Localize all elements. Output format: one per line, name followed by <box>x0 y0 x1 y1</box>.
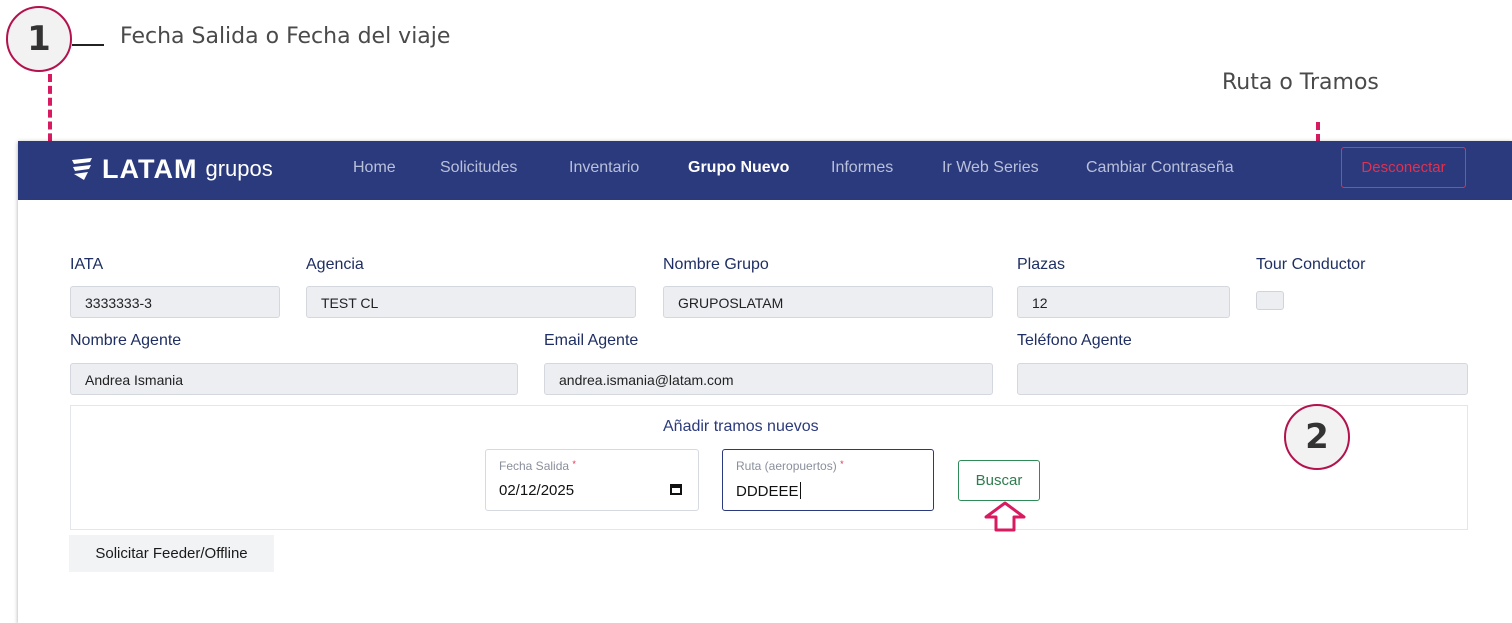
plazas-field[interactable]: 12 <box>1017 286 1230 318</box>
tour-conductor-checkbox[interactable] <box>1256 291 1284 310</box>
nav-grupo-nuevo[interactable]: Grupo Nuevo <box>688 159 789 177</box>
required-mark: * <box>840 459 844 469</box>
ruta-value: DDDEEE <box>736 482 801 500</box>
email-agente-field[interactable]: andrea.ismania@latam.com <box>544 363 993 395</box>
text-caret <box>799 482 801 499</box>
telefono-agente-field[interactable] <box>1017 363 1468 395</box>
step-1-number: 1 <box>27 19 51 59</box>
tour-conductor-label: Tour Conductor <box>1256 256 1366 273</box>
up-arrow-icon <box>984 501 1026 532</box>
logout-button[interactable]: Desconectar <box>1341 147 1466 188</box>
fecha-salida-label-text: Fecha Salida <box>499 459 570 473</box>
fecha-salida-label: Fecha Salida * <box>499 459 576 473</box>
plazas-label: Plazas <box>1017 256 1066 273</box>
nav-solicitudes[interactable]: Solicitudes <box>440 159 517 177</box>
iata-field[interactable]: 3333333-3 <box>70 286 280 318</box>
solicitar-feeder-button[interactable]: Solicitar Feeder/Offline <box>69 535 274 572</box>
iata-label: IATA <box>70 256 104 273</box>
nav-home[interactable]: Home <box>353 159 396 177</box>
nombre-agente-label: Nombre Agente <box>70 332 182 349</box>
fecha-salida-value: 02/12/2025 <box>499 482 575 499</box>
nombre-grupo-label: Nombre Grupo <box>663 256 769 273</box>
nav-informes[interactable]: Informes <box>831 159 893 177</box>
nombre-grupo-field[interactable]: GRUPOSLATAM <box>663 286 993 318</box>
step-2-caption: Ruta o Tramos <box>1222 70 1379 95</box>
step-2-marker: 2 <box>1284 404 1350 470</box>
app-window: LATAM grupos Home Solicitudes Inventario… <box>18 141 1512 623</box>
latam-logo[interactable]: LATAM grupos <box>70 151 273 187</box>
top-navbar: LATAM grupos Home Solicitudes Inventario… <box>18 141 1512 200</box>
ruta-label: Ruta (aeropuertos) * <box>736 459 844 473</box>
calendar-icon[interactable] <box>670 484 682 495</box>
ruta-input[interactable]: Ruta (aeropuertos) * DDDEEE <box>722 449 934 511</box>
agencia-field[interactable]: TEST CL <box>306 286 636 318</box>
brand-sub: grupos <box>205 156 273 181</box>
nav-ir-web-series[interactable]: Ir Web Series <box>942 159 1039 177</box>
required-mark: * <box>572 459 576 469</box>
nav-inventario[interactable]: Inventario <box>569 159 639 177</box>
buscar-button[interactable]: Buscar <box>958 460 1040 501</box>
add-segments-title: Añadir tramos nuevos <box>663 418 819 435</box>
telefono-agente-label: Teléfono Agente <box>1017 332 1132 349</box>
nav-cambiar-contrasena[interactable]: Cambiar Contraseña <box>1086 159 1234 177</box>
email-agente-label: Email Agente <box>544 332 639 349</box>
fecha-salida-input[interactable]: Fecha Salida * 02/12/2025 <box>485 449 699 511</box>
ruta-label-text: Ruta (aeropuertos) <box>736 459 837 473</box>
step-1-marker: 1 <box>6 6 72 72</box>
latam-bird-icon <box>72 158 92 180</box>
nombre-agente-field[interactable]: Andrea Ismania <box>70 363 518 395</box>
brand-name: LATAM <box>102 153 198 184</box>
step-1-leader-line <box>72 44 104 46</box>
step-2-number: 2 <box>1305 417 1329 457</box>
step-1-caption: Fecha Salida o Fecha del viaje <box>120 24 451 49</box>
ruta-value-text: DDDEEE <box>736 483 799 500</box>
agencia-label: Agencia <box>306 256 364 273</box>
